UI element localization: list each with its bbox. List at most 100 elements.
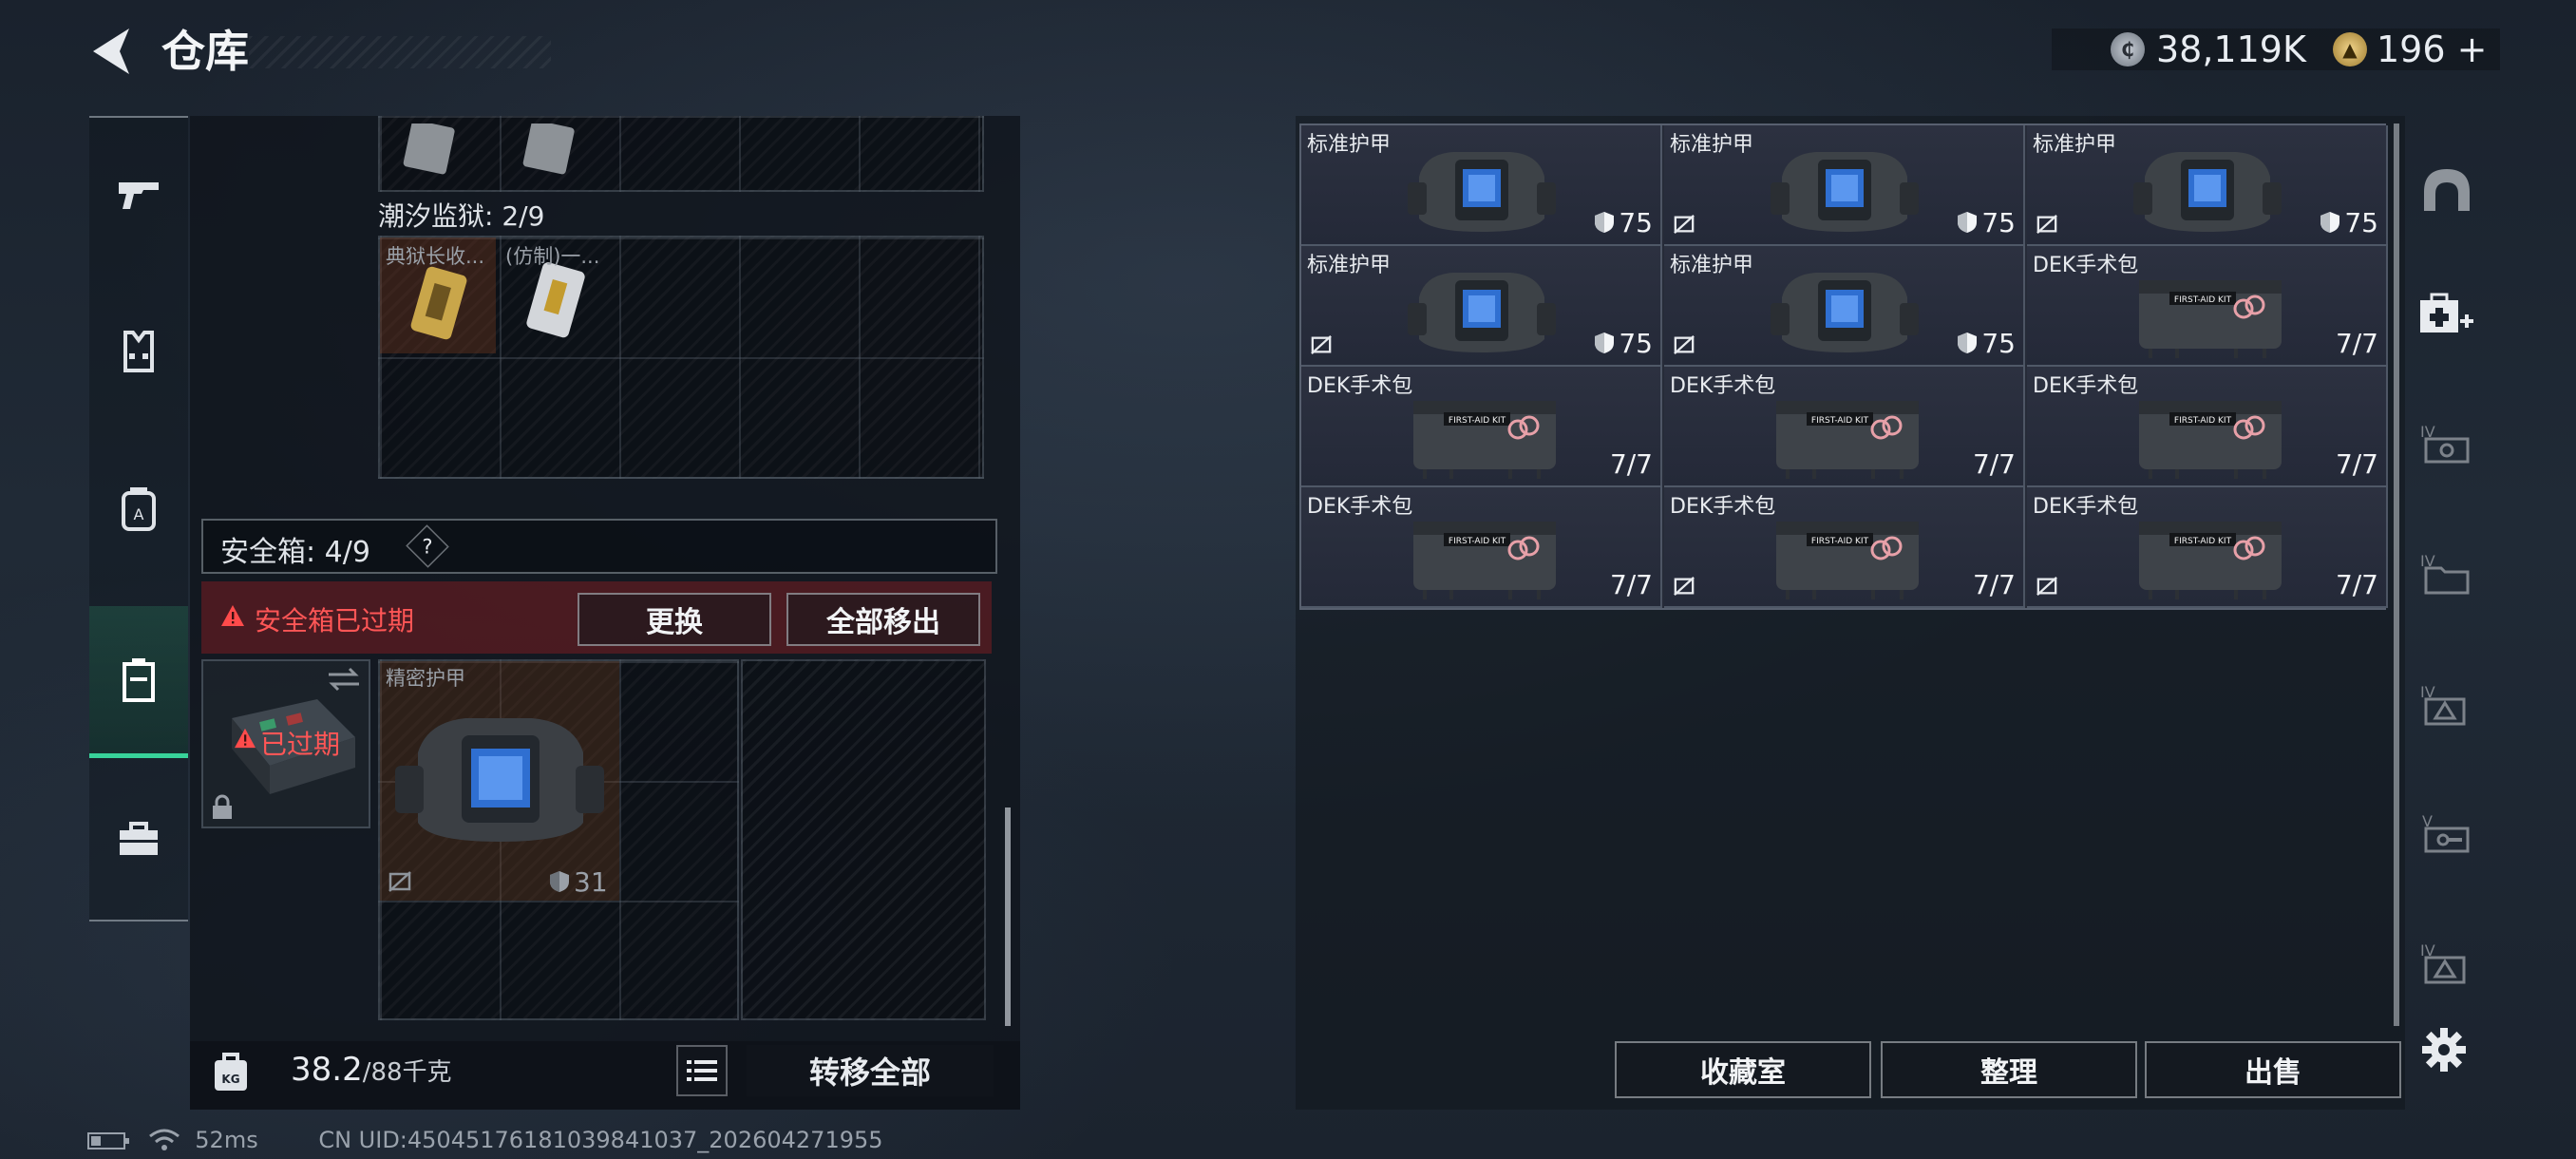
tab-v-key[interactable]: V [2407, 794, 2487, 874]
nav-safe-box[interactable] [89, 606, 188, 758]
inventory-slot[interactable]: 标准护甲 75 [1301, 125, 1662, 246]
item-name: DEK手术包 [1670, 374, 1776, 398]
replace-button[interactable]: 更换 [578, 593, 771, 646]
surgery-kit-icon: FIRST-AID KIT [1776, 522, 1919, 599]
durability: 31 [549, 866, 608, 898]
prev-collection-grid [378, 116, 984, 192]
inventory-slot[interactable]: FIRST-AID KIT DEK手术包 7/7 [1664, 367, 2025, 487]
item-name: DEK手术包 [2033, 495, 2139, 519]
expired-label: 已过期 [260, 729, 341, 760]
inventory-slot[interactable]: 标准护甲 75 [1664, 125, 2025, 246]
item-name: DEK手术包 [1307, 495, 1413, 519]
tab-iv-card[interactable]: IV [2407, 923, 2487, 1003]
tab-iv-tool[interactable]: IV [2407, 665, 2487, 745]
armor-icon [1408, 152, 1556, 232]
right-scrollbar[interactable] [2394, 124, 2399, 1026]
item-value: 7/7 [2336, 448, 2378, 480]
add-currency-button[interactable]: + [2457, 28, 2488, 70]
shield-icon [1595, 212, 1615, 233]
svg-text:KG: KG [221, 1073, 239, 1086]
sort-button[interactable]: 整理 [1881, 1041, 2137, 1098]
stash-tab-nav: IV IV IV V IV [2403, 124, 2489, 1036]
svg-text:A: A [134, 505, 144, 523]
shield-icon [550, 871, 569, 892]
inventory-slot[interactable]: FIRST-AID KIT DEK手术包 7/7 [2027, 367, 2388, 487]
card-item[interactable] [401, 124, 458, 177]
armor-item[interactable] [380, 661, 619, 901]
gold-coin-icon: ▲ [2333, 32, 2367, 66]
list-icon [687, 1060, 717, 1081]
shield-icon [1595, 332, 1615, 353]
move-all-out-button[interactable]: 全部移出 [786, 593, 980, 646]
no-sell-icon [1674, 334, 1695, 355]
pistol-icon [119, 182, 159, 209]
svg-text:FIRST-AID KIT: FIRST-AID KIT [1449, 537, 1506, 546]
inventory-slot[interactable]: FIRST-AID KIT DEK手术包 7/7 [1301, 487, 1662, 608]
page-title: 仓库 [161, 26, 249, 77]
card-item[interactable] [521, 124, 578, 177]
item-value: 7/7 [1973, 569, 2016, 600]
surgery-kit-icon: FIRST-AID KIT [1413, 522, 1556, 599]
item-name: 标准护甲 [1670, 133, 1754, 157]
nav-weapons[interactable] [89, 118, 188, 270]
inventory-slot[interactable]: FIRST-AID KIT DEK手术包 7/7 [1664, 487, 2025, 608]
iv-case-icon: IV [2420, 423, 2470, 464]
lock-icon [213, 794, 232, 819]
tab-iv-folder[interactable]: IV [2407, 534, 2487, 614]
item-value-text: 7/7 [2335, 328, 2378, 359]
inventory-slot[interactable]: FIRST-AID KIT DEK手术包 7/7 [2027, 246, 2388, 367]
item-name: 标准护甲 [1307, 133, 1392, 157]
currency-gold[interactable]: 196 + [2377, 28, 2487, 70]
back-icon[interactable] [87, 25, 137, 78]
item-value-text: 7/7 [1972, 569, 2016, 600]
svg-text:FIRST-AID KIT: FIRST-AID KIT [1811, 416, 1869, 426]
tab-helmet[interactable] [2407, 150, 2487, 230]
status-bar: 52ms CN UID:450451761810398410​37_202604… [87, 1127, 883, 1153]
gear-icon[interactable] [2420, 1026, 2468, 1074]
item-value: 75 [1957, 207, 2016, 238]
uid-text: CN UID:450451761810398410​37_20260427195… [318, 1127, 883, 1153]
swap-icon[interactable] [325, 665, 363, 694]
item-value: 7/7 [2336, 328, 2378, 359]
nav-toolbox[interactable] [89, 764, 188, 916]
toolbox-icon [120, 822, 158, 855]
title-decoration [249, 36, 551, 68]
armor-icon [1771, 152, 1919, 232]
item-value: 7/7 [1610, 569, 1653, 600]
item-name: 标准护甲 [1670, 254, 1754, 277]
left-scrollbar[interactable] [1005, 808, 1011, 1026]
list-view-button[interactable] [676, 1045, 728, 1096]
collection-room-button[interactable]: 收藏室 [1615, 1041, 1871, 1098]
surgery-kit-icon: FIRST-AID KIT [2139, 522, 2282, 599]
inventory-slot[interactable]: FIRST-AID KIT DEK手术包 7/7 [2027, 487, 2388, 608]
item-value-text: 7/7 [1609, 448, 1653, 480]
locked-area [741, 659, 986, 1020]
warning-icon [235, 728, 256, 749]
shield-icon [1958, 332, 1978, 353]
sell-button[interactable]: 出售 [2145, 1041, 2401, 1098]
helmet-icon [2424, 169, 2470, 211]
armor-icon [395, 718, 604, 842]
transfer-all-button[interactable]: 转移全部 [747, 1045, 994, 1096]
nav-armor[interactable] [89, 276, 188, 428]
safe-box-title: 安全箱: 4/9 [220, 536, 370, 569]
inventory-slot[interactable]: 标准护甲 75 [1301, 246, 1662, 367]
item-value-text: 75 [1619, 328, 1653, 359]
no-sell-icon [1674, 214, 1695, 235]
wifi-icon [148, 1129, 180, 1150]
nav-backpack[interactable]: A [89, 433, 188, 585]
backpack-icon: A [122, 487, 156, 531]
silver-coin-icon: ₵ [2111, 32, 2145, 66]
tab-iv-vehicle[interactable]: IV [2407, 405, 2487, 484]
inventory-slot[interactable]: 标准护甲 75 [2027, 125, 2388, 246]
armor-icon [1408, 273, 1556, 352]
tab-medkit[interactable] [2407, 276, 2487, 355]
surgery-kit-icon: FIRST-AID KIT [2139, 401, 2282, 479]
item-name: 精密护甲 [386, 667, 465, 690]
iv-folder-icon: IV [2420, 552, 2470, 595]
inventory-slot[interactable]: FIRST-AID KIT DEK手术包 7/7 [1301, 367, 1662, 487]
surgery-kit-icon: FIRST-AID KIT [1413, 401, 1556, 479]
surgery-kit-icon: FIRST-AID KIT [2139, 280, 2282, 358]
item-value-text: 75 [1619, 207, 1653, 238]
inventory-slot[interactable]: 标准护甲 75 [1664, 246, 2025, 367]
